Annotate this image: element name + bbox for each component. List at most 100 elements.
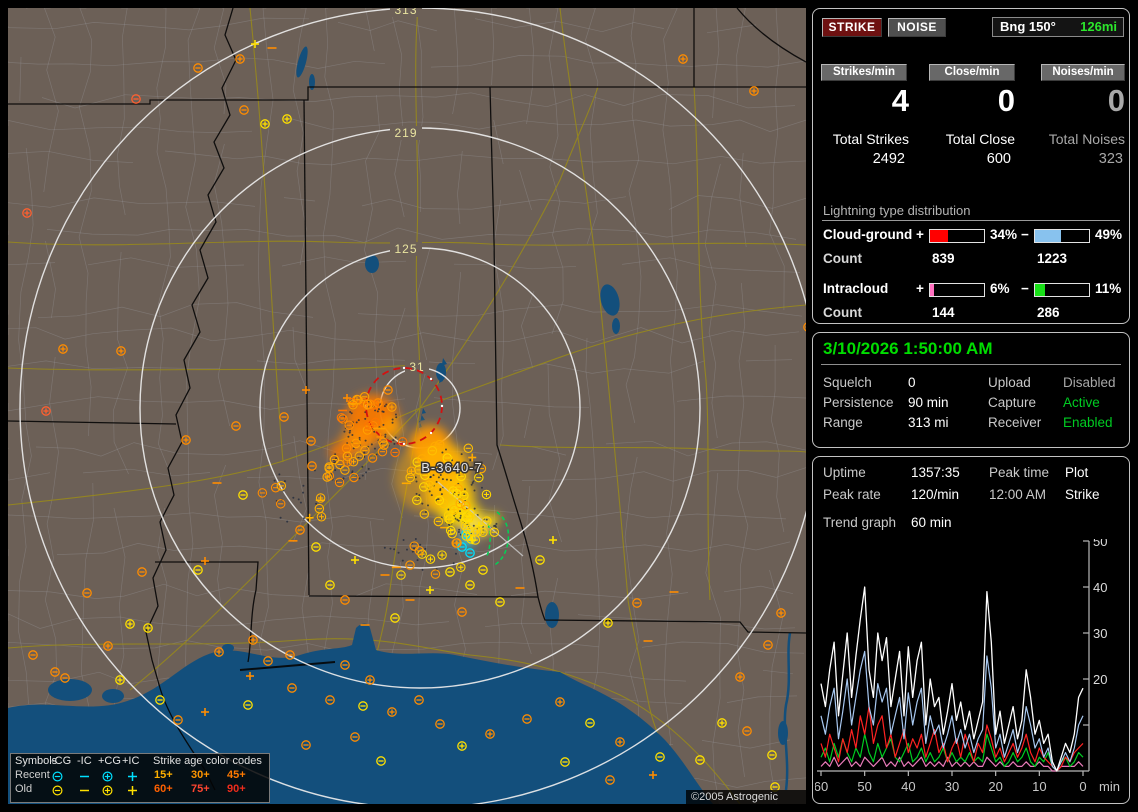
uptime-value: 1357:35 (911, 465, 960, 480)
status-key: Persistence (823, 395, 894, 410)
total-strikes-value: 2492 (872, 151, 905, 167)
status-key: Squelch (823, 375, 872, 390)
svg-text:30: 30 (945, 779, 959, 794)
count-label: Count (823, 251, 862, 266)
legend-row-label: Old (15, 783, 33, 795)
peak-rate-label: Peak rate (823, 487, 881, 502)
legend-age-code: 30+ (191, 769, 210, 781)
svg-text:0: 0 (1079, 779, 1086, 794)
divider (822, 220, 1120, 221)
copyright-text: ©2005 Astrogenic Systems (686, 790, 806, 804)
total-noises-label: Total Noises (1048, 131, 1125, 147)
peak-time-value: 12:00 AM (989, 487, 1047, 502)
trend-graph[interactable]: 20 30 40 50 60 50 40 30 20 10 0 min (815, 539, 1129, 801)
strike-mode-button[interactable]: STRIKE (822, 18, 882, 37)
close-per-min-value: 0 (997, 83, 1015, 118)
plus-sign: + (916, 227, 924, 242)
legend-row-label: Recent (15, 769, 50, 781)
cg-plus-percent: 34% (990, 227, 1018, 242)
cloud-ground-label: Cloud-ground (823, 227, 913, 242)
status-panel: 3/10/2026 1:50:00 AM Squelch 0 Upload Disab… (812, 332, 1130, 448)
svg-text:10: 10 (1032, 779, 1046, 794)
legend-cm-icon (52, 771, 63, 782)
strike-stats-panel: STRIKE NOISE Bng 150° 126mi Strikes/min … (812, 8, 1130, 324)
close-per-min-button[interactable]: Close/min (929, 64, 1015, 81)
svg-text:125: 125 (394, 242, 417, 256)
legend-col-header: +CG (98, 755, 121, 767)
legend-age-code: 45+ (227, 769, 246, 781)
legend-age-code: 15+ (154, 769, 173, 781)
cg-plus-bar (929, 229, 985, 243)
status-value: 90 min (908, 395, 949, 410)
legend-m-icon (80, 789, 89, 792)
divider (821, 364, 1121, 365)
svg-text:60: 60 (815, 779, 828, 794)
svg-text:30: 30 (1093, 626, 1107, 641)
ic-plus-count: 144 (932, 305, 955, 320)
symbol-legend: Symbols -CG -IC +CG +IC Strike age color code… (10, 753, 270, 803)
ic-minus-bar (1034, 283, 1090, 297)
cg-minus-bar (1034, 229, 1090, 243)
map-canvas: 31321912531 B-3640-7 (8, 8, 806, 804)
trend-series-pos-ic (820, 756, 1084, 772)
legend-col-header: +IC (122, 755, 140, 767)
status-value: 313 mi (908, 415, 949, 430)
bearing-label: Bng 150° (1000, 19, 1056, 34)
legend-col-header: -IC (77, 755, 92, 767)
cg-minus-percent: 49% (1095, 227, 1123, 242)
datetime-display: 3/10/2026 1:50:00 AM (823, 339, 993, 358)
svg-text:313: 313 (394, 8, 417, 17)
status-value: Active (1063, 395, 1100, 410)
cloud-ground-row: Cloud-ground + 34% − 49% (813, 227, 1129, 245)
bearing-distance: 126mi (1080, 19, 1117, 34)
legend-age-code: 60+ (154, 783, 173, 795)
svg-text:min: min (1099, 779, 1120, 794)
legend-cp-icon (102, 785, 113, 796)
total-close-value: 600 (986, 151, 1011, 167)
legend-age-code: 90+ (227, 783, 246, 795)
minus-sign: − (1021, 227, 1029, 242)
status-key: Capture (988, 395, 1037, 410)
trend-panel: Uptime 1357:35 Peak time Plot Peak rate … (812, 456, 1130, 804)
cg-plus-count: 839 (932, 251, 955, 266)
svg-text:20: 20 (1093, 672, 1107, 687)
status-key: Receiver (988, 415, 1042, 430)
noise-mode-button[interactable]: NOISE (888, 18, 946, 37)
legend-col-header: -CG (51, 755, 72, 767)
strikes-per-min-button[interactable]: Strikes/min (821, 64, 907, 81)
noises-per-min-button[interactable]: Noises/min (1041, 64, 1125, 81)
intracloud-label: Intracloud (823, 281, 889, 296)
total-close-label: Total Close (945, 131, 1015, 147)
ic-minus-percent: 11% (1095, 281, 1122, 296)
legend-cp-icon (102, 771, 113, 782)
legend-m-icon (80, 775, 89, 778)
ic-plus-percent: 6% (990, 281, 1010, 296)
plot-label: Plot (1065, 465, 1089, 480)
svg-text:40: 40 (901, 779, 915, 794)
trend-graph-window: 60 min (911, 515, 952, 530)
svg-text:50: 50 (857, 779, 871, 794)
uptime-label: Uptime (823, 465, 866, 480)
count-label: Count (823, 305, 862, 320)
strikes-per-min-value: 4 (891, 83, 909, 118)
legend-p-icon (128, 786, 137, 795)
noises-per-min-value: 0 (1107, 83, 1125, 118)
status-value: Disabled (1063, 375, 1116, 390)
lightning-map[interactable]: 313 219 125 31 B-3640-7 Symbols -CG -IC +CG +IC… (8, 8, 806, 804)
storm-cell-label: B-3640-7 (421, 460, 482, 475)
trend-series-total (820, 586, 1084, 772)
total-strikes-label: Total Strikes (832, 131, 909, 147)
legend-age-code: 75+ (191, 783, 210, 795)
status-key: Upload (988, 375, 1031, 390)
status-value: 0 (908, 375, 916, 390)
nexstorm-app: 313 219 125 31 B-3640-7 Symbols -CG -IC +CG +IC… (0, 0, 1138, 812)
cg-minus-count: 1223 (1037, 251, 1068, 266)
status-value: Enabled (1063, 415, 1113, 430)
bearing-display: Bng 150° 126mi (992, 17, 1124, 37)
svg-text:219: 219 (394, 126, 417, 140)
minus-sign: − (1021, 281, 1029, 296)
legend-p-icon (128, 772, 137, 781)
svg-text:40: 40 (1093, 580, 1107, 595)
intracloud-row: Intracloud + 6% − 11% (813, 281, 1129, 299)
peak-time-label: Peak time (989, 465, 1050, 480)
